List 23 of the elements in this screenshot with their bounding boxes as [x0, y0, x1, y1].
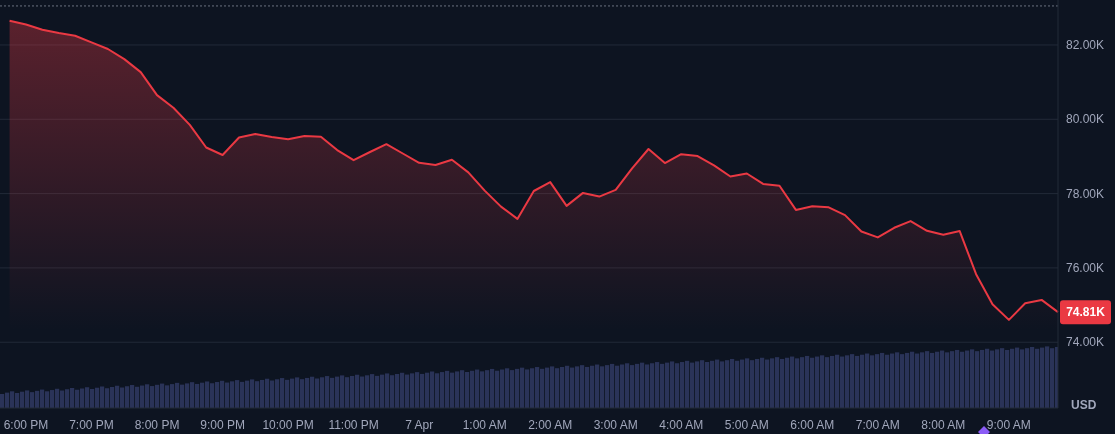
x-axis-label: 9:00 PM: [200, 418, 245, 432]
x-axis-label: 8:00 AM: [921, 418, 966, 432]
x-axis-label: 11:00 PM: [328, 418, 379, 432]
y-axis-label: 82.00K: [1066, 37, 1105, 52]
x-axis-label: 7:00 PM: [69, 418, 114, 432]
currency-label: USD: [1071, 398, 1097, 412]
x-axis-label: 7 Apr: [405, 418, 434, 432]
x-axis-label: 7:00 AM: [855, 418, 900, 432]
x-axis-label: 5:00 AM: [724, 418, 769, 432]
y-axis-label: 74.00K: [1066, 335, 1105, 350]
x-axis-label: 9:00 AM: [986, 418, 1031, 432]
y-axis-label: 76.00K: [1066, 260, 1105, 275]
price-tag: 74.81K: [1060, 300, 1111, 325]
x-axis-label: 2:00 AM: [528, 418, 573, 432]
x-axis-label: 1:00 AM: [462, 418, 507, 432]
x-axis-label: 6:00 PM: [3, 418, 49, 432]
x-axis-label: 8:00 PM: [134, 418, 180, 432]
x-axis-label: 10:00 PM: [262, 418, 314, 432]
y-axis-label: 78.00K: [1066, 186, 1105, 201]
x-axis-label: 6:00 AM: [790, 418, 835, 432]
x-axis-label: 3:00 AM: [593, 418, 638, 432]
y-axis-label: 80.00K: [1066, 112, 1105, 127]
x-axis-label: 4:00 AM: [659, 418, 704, 432]
